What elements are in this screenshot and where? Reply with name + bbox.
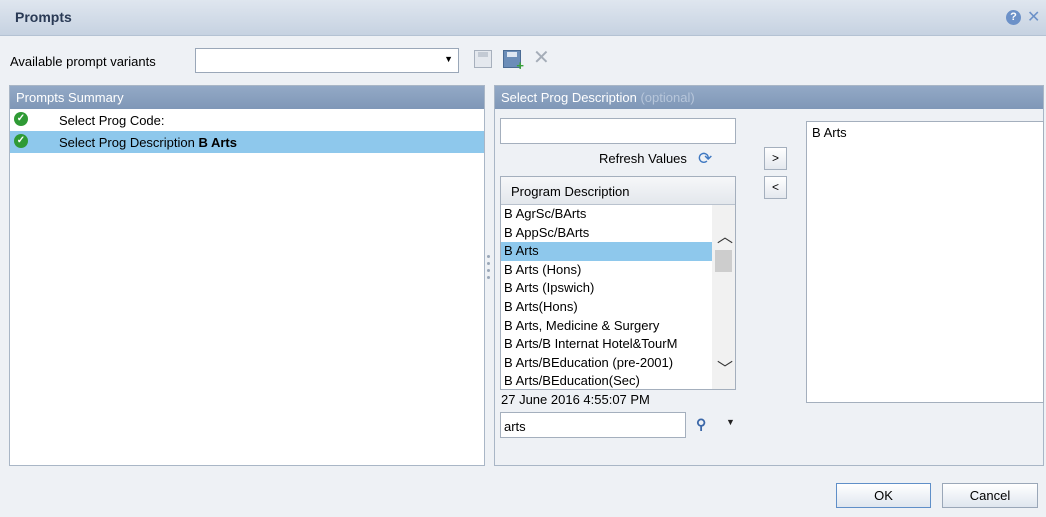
scroll-down-icon[interactable]: ﹀ bbox=[717, 355, 733, 379]
scroll-thumb[interactable] bbox=[715, 250, 732, 272]
list-scrollbar[interactable]: ︿ ﹀ bbox=[712, 205, 735, 389]
close-icon[interactable]: ✕ bbox=[1027, 7, 1040, 27]
variants-label: Available prompt variants bbox=[10, 54, 156, 69]
variants-dropdown[interactable]: ▼ bbox=[195, 48, 459, 73]
summary-row-label: Select Prog Code: bbox=[59, 113, 165, 128]
search-input[interactable] bbox=[500, 118, 736, 144]
list-items: B AgrSc/BArts B AppSc/BArts B Arts B Art… bbox=[501, 205, 712, 391]
check-icon: ✓ bbox=[14, 112, 28, 126]
check-icon: ✓ bbox=[14, 134, 28, 148]
panel-splitter[interactable] bbox=[487, 255, 491, 291]
list-item[interactable]: B Arts (Hons) bbox=[501, 261, 712, 280]
search-options-chevron-down-icon[interactable]: ▼ bbox=[726, 417, 735, 427]
move-right-button[interactable]: > bbox=[764, 147, 787, 170]
list-item[interactable]: B Arts/BEducation(Sec) bbox=[501, 372, 712, 391]
chevron-down-icon[interactable]: ▼ bbox=[444, 54, 453, 64]
summary-row-prog-description[interactable]: ✓ Select Prog Description B Arts bbox=[10, 131, 484, 153]
list-column-header[interactable]: Program Description bbox=[501, 177, 735, 205]
prompt-detail-header: Select Prog Description (optional) bbox=[495, 86, 1043, 109]
summary-row-label: Select Prog Description B Arts bbox=[59, 135, 237, 150]
summary-row-prog-code[interactable]: ✓ Select Prog Code: bbox=[10, 109, 484, 131]
scroll-up-icon[interactable]: ︿ bbox=[717, 223, 733, 247]
list-item[interactable]: B Arts (Ipswich) bbox=[501, 279, 712, 298]
prompts-summary-header: Prompts Summary bbox=[10, 86, 484, 109]
dialog-title: Prompts bbox=[15, 9, 72, 25]
cancel-button[interactable]: Cancel bbox=[942, 483, 1038, 508]
list-item[interactable]: B AppSc/BArts bbox=[501, 224, 712, 243]
list-item[interactable]: B Arts/BEducation (pre-2001) bbox=[501, 354, 712, 373]
refresh-icon[interactable]: ⟳ bbox=[698, 149, 712, 169]
dialog-titlebar: Prompts ? ✕ bbox=[0, 0, 1046, 36]
list-item-selected[interactable]: B Arts bbox=[501, 242, 712, 261]
prompts-summary-panel: Prompts Summary ✓ Select Prog Code: ✓ Se… bbox=[9, 85, 485, 466]
list-item[interactable]: B AgrSc/BArts bbox=[501, 205, 712, 224]
refresh-values-link[interactable]: Refresh Values bbox=[599, 151, 687, 166]
save-as-icon[interactable] bbox=[503, 50, 524, 73]
list-item[interactable]: B Arts, Medicine & Surgery bbox=[501, 317, 712, 336]
program-description-list[interactable]: Program Description B AgrSc/BArts B AppS… bbox=[500, 176, 736, 390]
filter-input[interactable]: arts bbox=[500, 412, 686, 438]
selected-value-item[interactable]: B Arts bbox=[807, 122, 1043, 143]
refresh-timestamp: 27 June 2016 4:55:07 PM bbox=[501, 392, 650, 407]
delete-icon[interactable]: ✕ bbox=[533, 47, 551, 69]
selected-values-list[interactable]: B Arts bbox=[806, 121, 1044, 403]
help-icon[interactable]: ? bbox=[1006, 10, 1021, 25]
list-item[interactable]: B Arts/B Internat Hotel&TourM bbox=[501, 335, 712, 354]
save-icon[interactable] bbox=[474, 50, 492, 68]
ok-button[interactable]: OK bbox=[836, 483, 931, 508]
move-left-button[interactable]: < bbox=[764, 176, 787, 199]
binoculars-icon[interactable]: ⚲ bbox=[696, 416, 706, 433]
list-item[interactable]: B Arts(Hons) bbox=[501, 298, 712, 317]
